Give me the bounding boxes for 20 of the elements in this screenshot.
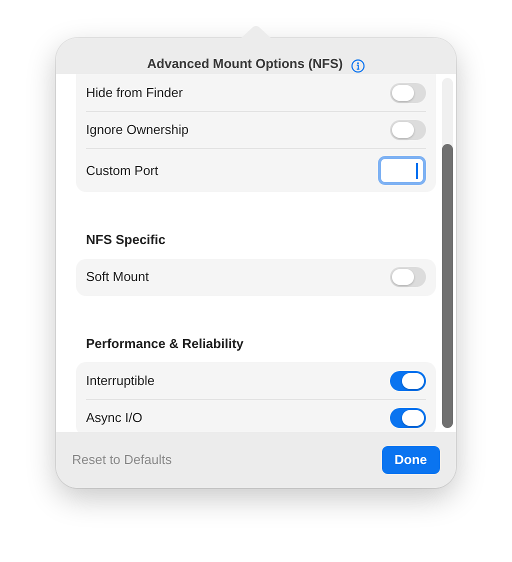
- toggle-switch[interactable]: [390, 408, 426, 428]
- info-icon[interactable]: [350, 59, 365, 73]
- toggle-switch[interactable]: [390, 120, 426, 140]
- scrollbar-track[interactable]: [442, 78, 453, 428]
- port-input-field[interactable]: [378, 156, 426, 185]
- row-label: Custom Port: [86, 162, 158, 180]
- toggle-switch[interactable]: [390, 370, 426, 390]
- section-heading: Performance & Reliability: [85, 334, 244, 353]
- scrollbar-thumb[interactable]: [442, 144, 453, 428]
- toggle-switch[interactable]: [390, 267, 426, 287]
- row-label: Hide from Finder: [86, 84, 183, 102]
- row-label: Interruptible: [86, 372, 155, 390]
- row-label: Ignore Ownership: [86, 121, 189, 140]
- row-label: Soft Mount: [86, 268, 149, 286]
- done-button[interactable]: Done: [382, 446, 440, 474]
- window-title: Advanced Mount Options (NFS): [147, 54, 343, 73]
- toggle-switch[interactable]: [390, 82, 426, 102]
- reset-to-defaults-link[interactable]: Reset to Defaults: [72, 450, 172, 470]
- row-label: Async I/O: [86, 409, 142, 428]
- section-heading: NFS Specific: [85, 231, 166, 249]
